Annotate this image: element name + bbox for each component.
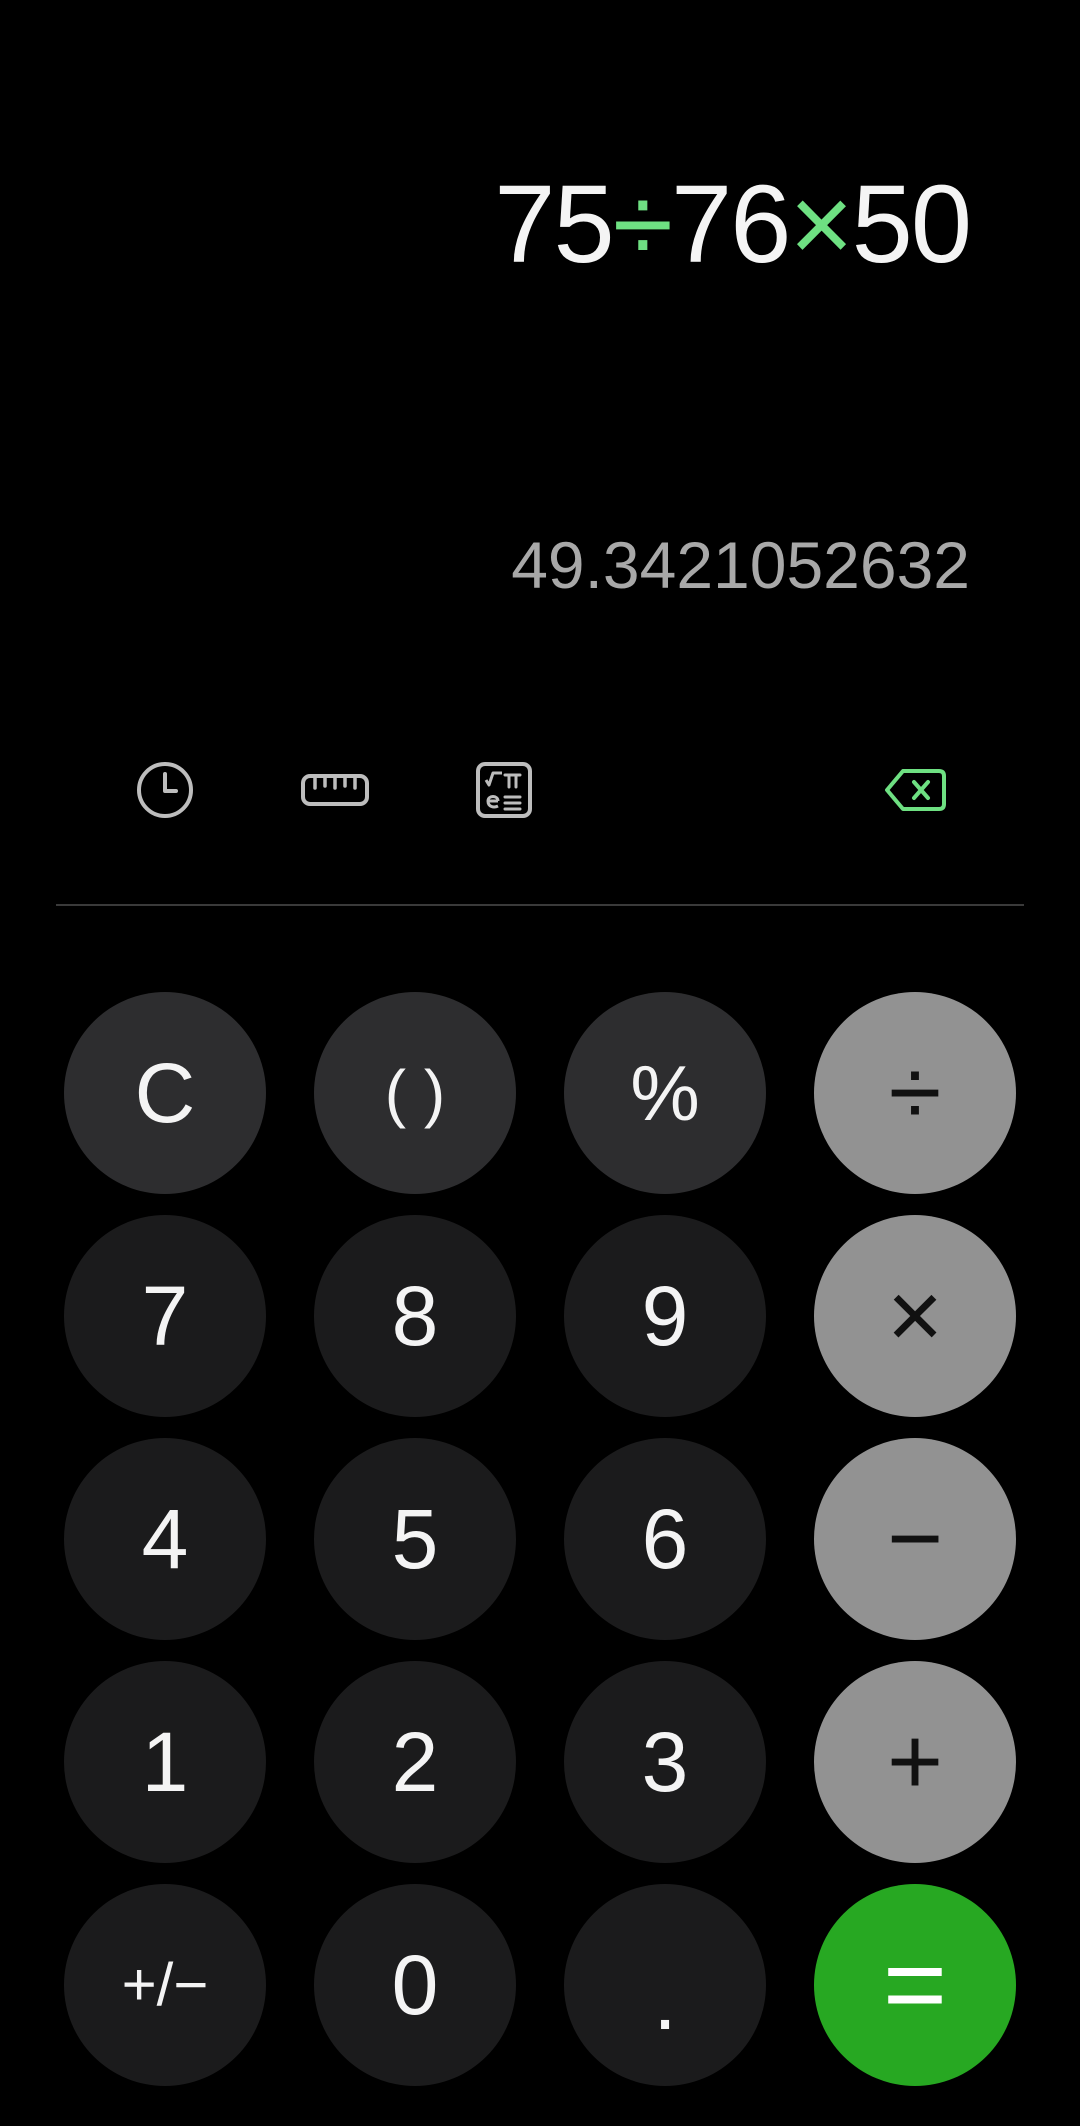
- digit-3-button[interactable]: 3: [564, 1661, 766, 1863]
- digit-2-label: 2: [391, 1715, 439, 1809]
- digit-2-button[interactable]: 2: [314, 1661, 516, 1863]
- divide-label: ÷: [888, 1039, 942, 1146]
- digit-1-button[interactable]: 1: [64, 1661, 266, 1863]
- ruler-icon: [301, 774, 369, 806]
- scientific-icon: [476, 762, 532, 818]
- multiply-button[interactable]: ×: [814, 1215, 1016, 1417]
- equals-button[interactable]: =: [814, 1884, 1016, 2086]
- expression-display[interactable]: 75÷76×50: [494, 160, 972, 290]
- digit-6-label: 6: [641, 1492, 689, 1586]
- operator-divide: ÷: [612, 163, 673, 286]
- keypad-divider: [56, 904, 1024, 906]
- history-button[interactable]: [125, 755, 205, 825]
- plus-button[interactable]: +: [814, 1661, 1016, 1863]
- digit-1-label: 1: [141, 1715, 189, 1809]
- digit-8-button[interactable]: 8: [314, 1215, 516, 1417]
- digit-3-label: 3: [641, 1715, 689, 1809]
- multiply-label: ×: [886, 1262, 944, 1369]
- plus-label: +: [886, 1708, 944, 1815]
- sign-toggle-label: +/−: [121, 1951, 209, 2018]
- operand-3: 50: [851, 163, 972, 286]
- digit-8-label: 8: [391, 1269, 439, 1363]
- result-preview: 49.3421052632: [511, 528, 970, 602]
- digit-0-label: 0: [391, 1938, 439, 2032]
- operand-1: 75: [494, 163, 614, 286]
- sign-toggle-button[interactable]: +/−: [64, 1884, 266, 2086]
- clear-label: C: [134, 1046, 196, 1140]
- history-icon: [137, 762, 193, 818]
- equals-label: =: [882, 1923, 948, 2046]
- percent-button[interactable]: %: [564, 992, 766, 1194]
- decimal-button[interactable]: .: [564, 1884, 766, 2086]
- digit-4-label: 4: [141, 1492, 189, 1586]
- digit-5-label: 5: [391, 1492, 439, 1586]
- operand-2: 76: [671, 163, 791, 286]
- percent-label: %: [630, 1049, 700, 1137]
- backspace-button[interactable]: [875, 755, 955, 825]
- digit-9-label: 9: [641, 1269, 689, 1363]
- scientific-mode-button[interactable]: [464, 755, 544, 825]
- operator-multiply: ×: [789, 163, 853, 286]
- digit-7-label: 7: [141, 1269, 189, 1363]
- digit-6-button[interactable]: 6: [564, 1438, 766, 1640]
- parentheses-label: ( ): [384, 1057, 446, 1129]
- unit-converter-button[interactable]: [295, 755, 375, 825]
- parentheses-button[interactable]: ( ): [314, 992, 516, 1194]
- divide-button[interactable]: ÷: [814, 992, 1016, 1194]
- digit-5-button[interactable]: 5: [314, 1438, 516, 1640]
- digit-0-button[interactable]: 0: [314, 1884, 516, 2086]
- minus-button[interactable]: −: [814, 1438, 1016, 1640]
- minus-label: −: [886, 1485, 944, 1592]
- decimal-label: .: [653, 1953, 677, 2047]
- backspace-icon: [885, 769, 946, 811]
- clear-button[interactable]: C: [64, 992, 266, 1194]
- digit-9-button[interactable]: 9: [564, 1215, 766, 1417]
- digit-7-button[interactable]: 7: [64, 1215, 266, 1417]
- digit-4-button[interactable]: 4: [64, 1438, 266, 1640]
